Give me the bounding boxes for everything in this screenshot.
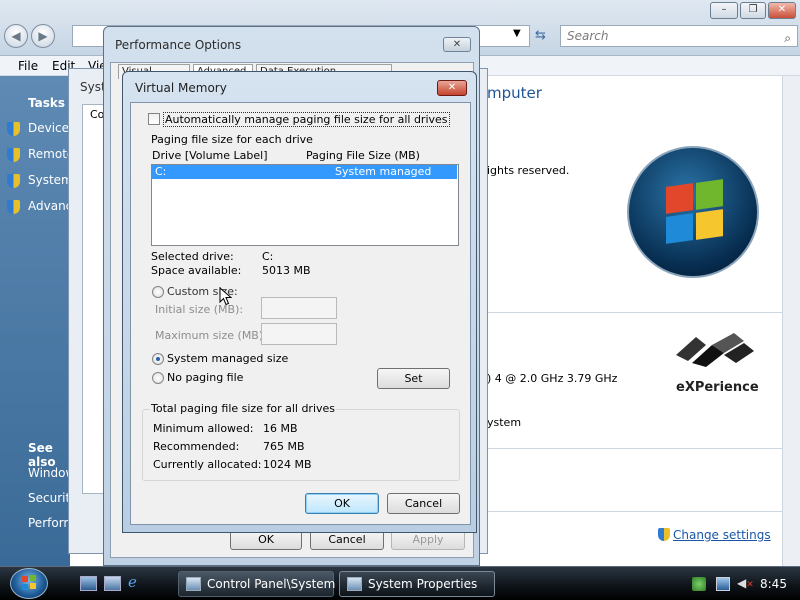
space-available-label: Space available: (151, 264, 242, 277)
selected-drive-label: Selected drive: (151, 250, 234, 263)
search-placeholder: Search (567, 29, 609, 43)
shield-icon (7, 148, 20, 162)
performance-options-title: Performance Options (115, 38, 242, 52)
task-advanced-settings[interactable]: Advanc (28, 199, 72, 213)
recommended-value: 765 MB (263, 440, 305, 453)
min-allowed-value: 16 MB (263, 422, 298, 435)
logo-red-pane (666, 183, 693, 214)
initial-size-input[interactable] (261, 297, 337, 319)
menu-file[interactable]: File (18, 59, 38, 73)
cancel-button[interactable]: Cancel (310, 530, 384, 550)
clock[interactable]: 8:45 (760, 577, 787, 591)
shield-icon (7, 122, 20, 136)
system-managed-radio[interactable] (152, 353, 164, 365)
maximize-button[interactable]: ❐ (740, 2, 766, 19)
search-icon[interactable]: ⌕ (784, 28, 791, 48)
divider (482, 448, 782, 449)
network-tray-icon[interactable] (716, 577, 730, 591)
control-panel-icon (186, 577, 201, 591)
logo-blue-pane (666, 213, 693, 244)
close-button[interactable]: ✕ (768, 2, 796, 19)
set-button[interactable]: Set (377, 368, 450, 389)
vm-cancel-button[interactable]: Cancel (387, 493, 460, 514)
processor-text: ) 4 @ 2.0 GHz 3.79 GHz (487, 372, 618, 385)
vm-ok-button[interactable]: OK (305, 493, 379, 514)
system-managed-label[interactable]: System managed size (167, 352, 288, 365)
page-title: mputer (487, 84, 542, 102)
experience-label: eXPerience (676, 380, 759, 395)
close-button[interactable]: ✕ (443, 37, 471, 52)
minimize-button[interactable]: – (710, 2, 738, 19)
column-header-drive: Drive [Volume Label] (152, 149, 268, 162)
currently-allocated-label: Currently allocated: (153, 458, 262, 471)
apply-button[interactable]: Apply (391, 530, 465, 550)
logo-yellow-pane (696, 209, 723, 240)
back-button[interactable]: ◀ (4, 24, 28, 48)
shield-icon (7, 174, 20, 188)
virtual-memory-title: Virtual Memory (135, 81, 227, 95)
initial-size-label: Initial size (MB): (155, 303, 244, 316)
selected-drive-value: C: (262, 250, 274, 263)
logo-green-pane (696, 179, 723, 210)
taskbar-item-label: Control Panel\System (207, 577, 336, 591)
min-allowed-label: Minimum allowed: (153, 422, 254, 435)
drive-paging-size: System managed (335, 165, 432, 178)
no-paging-radio[interactable] (152, 372, 164, 384)
close-button[interactable]: ✕ (437, 80, 467, 96)
taskbar-item-control-panel[interactable]: Control Panel\System (178, 571, 336, 597)
recommended-label: Recommended: (153, 440, 240, 453)
tasks-heading: Tasks (28, 96, 66, 110)
change-settings-link[interactable]: Change settings (658, 528, 771, 542)
system-type-text: ystem (487, 416, 522, 429)
auto-manage-label[interactable]: Automatically manage paging file size fo… (163, 112, 450, 127)
taskbar-item-system-properties[interactable]: System Properties (339, 571, 495, 597)
see-also-heading: See also (28, 441, 56, 469)
maximum-size-input[interactable] (261, 323, 337, 345)
currently-allocated-value: 1024 MB (263, 458, 312, 471)
copyright-text: ights reserved. (487, 164, 570, 177)
shield-icon (658, 528, 670, 541)
windows-experience-logo (676, 333, 754, 367)
column-header-size: Paging File Size (MB) (306, 149, 420, 162)
volume-muted-icon[interactable]: ◀✕ (737, 576, 754, 590)
windows-flag-icon (22, 575, 36, 590)
security-tray-icon[interactable] (692, 577, 706, 591)
divider (482, 511, 782, 512)
task-system-protection[interactable]: System (28, 173, 73, 187)
divider (482, 312, 782, 313)
search-input[interactable]: Search ⌕ (560, 25, 798, 47)
vertical-scrollbar[interactable] (782, 76, 800, 566)
space-available-value: 5013 MB (262, 264, 311, 277)
start-button[interactable] (10, 568, 48, 599)
internet-explorer-icon[interactable]: e (128, 573, 137, 591)
totals-group-title: Total paging file size for all drives (150, 402, 337, 415)
switch-windows-icon[interactable] (104, 576, 121, 591)
shield-icon (7, 200, 20, 214)
system-properties-title: Syst (80, 80, 106, 94)
no-paging-label[interactable]: No paging file (167, 371, 243, 384)
show-desktop-icon[interactable] (80, 576, 97, 591)
refresh-icon[interactable]: ⇆ (535, 28, 546, 43)
forward-button[interactable]: ▶ (31, 24, 55, 48)
tasks-sidebar: Tasks Device M Remote System Advanc See … (0, 76, 83, 566)
taskbar-item-label: System Properties (368, 577, 478, 591)
address-dropdown-icon[interactable]: ▼ (513, 28, 521, 39)
system-properties-icon (347, 577, 362, 591)
change-settings-label: Change settings (673, 528, 771, 542)
drive-row[interactable]: C: System managed (152, 165, 457, 179)
auto-manage-checkbox[interactable] (148, 113, 160, 125)
drive-letter: C: (155, 165, 167, 178)
ok-button[interactable]: OK (230, 530, 302, 550)
paging-group-title: Paging file size for each drive (151, 133, 313, 146)
windows-logo (627, 146, 759, 278)
custom-size-radio[interactable] (152, 286, 164, 298)
maximum-size-label: Maximum size (MB): (155, 329, 267, 342)
